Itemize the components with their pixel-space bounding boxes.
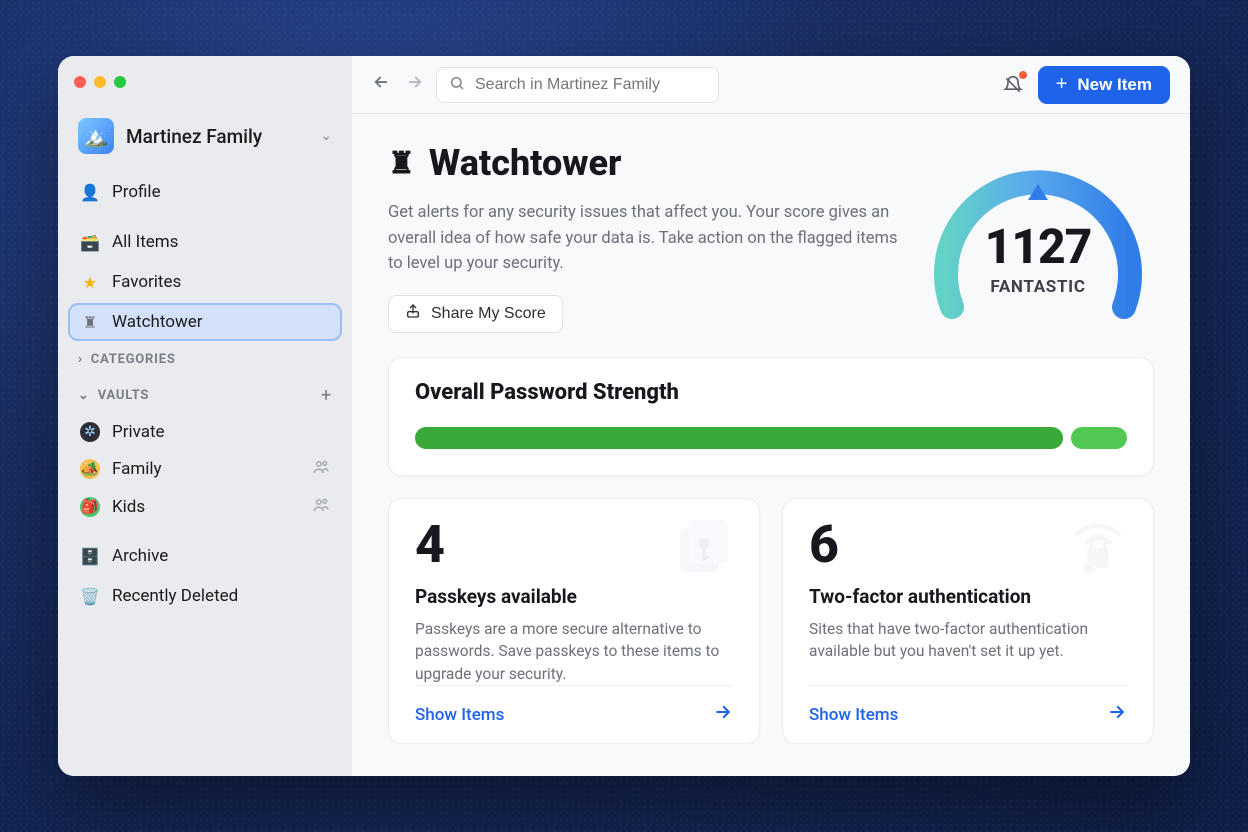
sidebar-item-label: Favorites (112, 272, 181, 292)
page-description: Get alerts for any security issues that … (388, 200, 898, 277)
vault-item-kids[interactable]: 🎒 Kids (68, 488, 342, 526)
shared-icon (312, 458, 330, 480)
search-input[interactable] (475, 76, 706, 94)
sidebar-item-label: Profile (112, 182, 161, 202)
chevron-down-icon: ⌄ (78, 388, 90, 403)
new-item-label: New Item (1077, 75, 1152, 95)
person-icon: 👤 (80, 182, 100, 202)
sidebar-item-profile[interactable]: 👤 Profile (68, 173, 342, 211)
show-items-button[interactable]: Show Items (809, 685, 1127, 743)
search-icon (449, 75, 465, 95)
search-field[interactable] (436, 67, 719, 103)
sidebar-item-label: Recently Deleted (112, 586, 238, 606)
share-icon (405, 303, 421, 324)
sidebar-item-all-items[interactable]: 🗃️ All Items (68, 223, 342, 261)
strength-bar (415, 427, 1127, 449)
score-label: FANTASTIC (990, 277, 1085, 297)
sidebar-item-watchtower[interactable]: ♜ Watchtower (68, 303, 342, 341)
account-name: Martinez Family (126, 125, 308, 148)
sidebar-item-label: Watchtower (112, 312, 203, 332)
vault-icon: ✲ (80, 422, 100, 442)
forward-button[interactable] (406, 73, 424, 96)
tile-two-factor: 6 Two-factor authentication Sites that h… (782, 498, 1154, 744)
back-button[interactable] (372, 73, 390, 96)
share-score-button[interactable]: Share My Score (388, 295, 563, 333)
tile-description: Passkeys are a more secure alternative t… (415, 618, 733, 685)
vault-label: Kids (112, 497, 145, 517)
chevron-right-icon: › (78, 352, 83, 367)
show-items-button[interactable]: Show Items (415, 685, 733, 743)
sidebar: 🏔️ Martinez Family ⌄ 👤 Profile 🗃️ All It… (58, 56, 352, 776)
tile-description: Sites that have two-factor authenticatio… (809, 618, 1127, 663)
vaults-header[interactable]: ⌄ VAULTS + (68, 375, 342, 414)
tile-title: Passkeys available (415, 585, 733, 608)
vault-label: Family (112, 459, 162, 479)
shared-icon (312, 496, 330, 518)
share-score-label: Share My Score (431, 305, 546, 323)
app-window: 🏔️ Martinez Family ⌄ 👤 Profile 🗃️ All It… (58, 56, 1190, 776)
new-item-button[interactable]: + New Item (1038, 66, 1170, 104)
add-vault-icon[interactable]: + (321, 385, 332, 406)
account-switcher[interactable]: 🏔️ Martinez Family ⌄ (68, 110, 342, 172)
archive-box-icon: 🗃️ (80, 232, 100, 252)
vault-icon: 🎒 (80, 497, 100, 517)
vault-item-family[interactable]: 🏕️ Family (68, 450, 342, 488)
passkey-icon (669, 513, 739, 583)
section-label: VAULTS (98, 388, 149, 403)
tower-icon: ♜ (80, 312, 100, 332)
score-gauge: 1127 FANTASTIC (922, 142, 1154, 332)
section-label: CATEGORIES (91, 352, 176, 367)
sidebar-item-archive[interactable]: 🗄️ Archive (68, 537, 342, 575)
strength-title: Overall Password Strength (415, 380, 1127, 405)
score-value: 1127 (985, 218, 1092, 275)
tile-action-label: Show Items (809, 705, 898, 725)
sidebar-item-favorites[interactable]: ★ Favorites (68, 263, 342, 301)
star-icon: ★ (80, 272, 100, 292)
content-area: ♜ Watchtower Get alerts for any security… (352, 114, 1190, 744)
sidebar-item-label: All Items (112, 232, 178, 252)
watchtower-hero: ♜ Watchtower Get alerts for any security… (388, 142, 1154, 333)
tower-icon: ♜ (388, 146, 415, 181)
plus-icon: + (1056, 73, 1068, 96)
account-avatar-icon: 🏔️ (78, 118, 114, 154)
vault-item-private[interactable]: ✲ Private (68, 414, 342, 450)
vault-icon: 🏕️ (80, 459, 100, 479)
lock-wifi-icon (1063, 513, 1133, 583)
minimize-window-icon[interactable] (94, 76, 106, 88)
maximize-window-icon[interactable] (114, 76, 126, 88)
tile-action-label: Show Items (415, 705, 504, 725)
nav-arrows (372, 73, 424, 96)
strength-segment (415, 427, 1063, 449)
password-strength-card: Overall Password Strength (388, 357, 1154, 476)
sidebar-item-label: Archive (112, 546, 168, 566)
sidebar-item-recently-deleted[interactable]: 🗑️ Recently Deleted (68, 577, 342, 615)
categories-header[interactable]: › CATEGORIES (68, 342, 342, 375)
arrow-right-icon (1107, 702, 1127, 727)
page-title-text: Watchtower (429, 142, 622, 184)
strength-segment (1071, 427, 1127, 449)
vault-label: Private (112, 422, 165, 442)
tile-passkeys: 4 Passkeys available Passkeys are a more… (388, 498, 760, 744)
window-controls (68, 72, 342, 110)
main-content: + New Item ♜ Watchtower Get alerts for a… (352, 56, 1190, 776)
close-window-icon[interactable] (74, 76, 86, 88)
trash-icon: 🗑️ (80, 586, 100, 606)
page-title: ♜ Watchtower (388, 142, 898, 184)
arrow-right-icon (713, 702, 733, 727)
watchtower-tiles: 4 Passkeys available Passkeys are a more… (388, 498, 1154, 744)
chevron-down-icon: ⌄ (320, 128, 332, 144)
tile-title: Two-factor authentication (809, 585, 1127, 608)
notifications-button[interactable] (1000, 72, 1026, 98)
topbar: + New Item (352, 56, 1190, 114)
bell-icon (1003, 75, 1023, 95)
archive-icon: 🗄️ (80, 546, 100, 566)
